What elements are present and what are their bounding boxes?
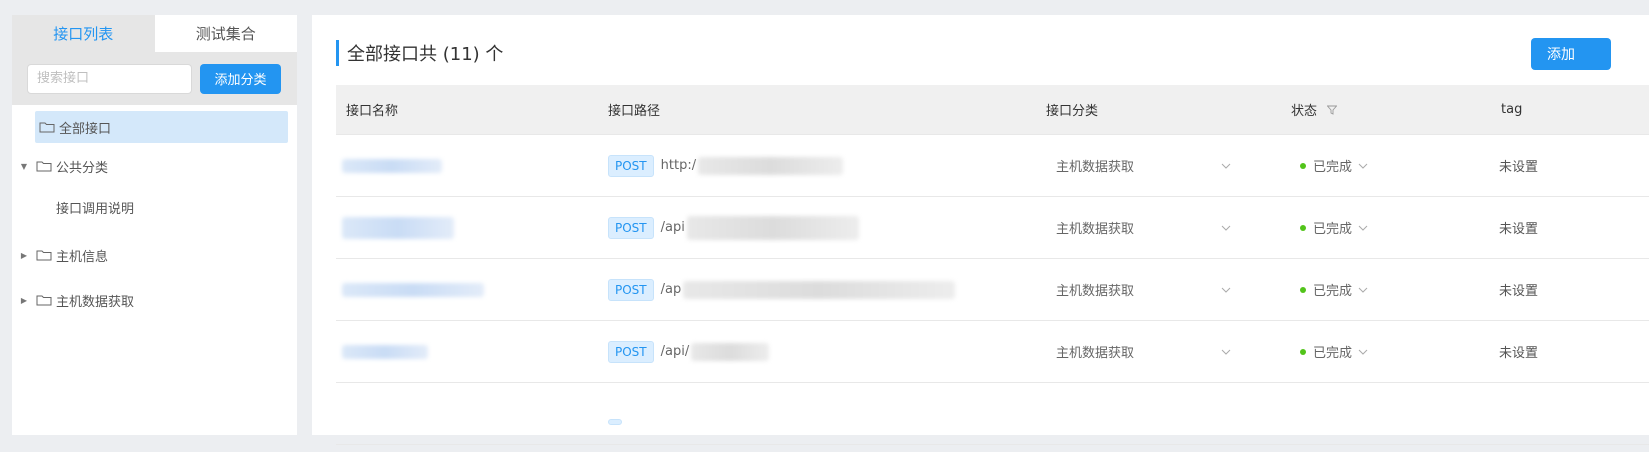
chevron-down-icon — [1358, 225, 1368, 231]
chevron-down-icon — [1358, 287, 1368, 293]
table-row[interactable]: POST /api 主机数据获取 已完成 未设置 — [336, 197, 1649, 259]
folder-icon — [36, 161, 52, 172]
header-api-category[interactable]: 接口分类 — [1046, 85, 1098, 134]
api-name-redacted[interactable] — [342, 259, 484, 320]
method-tag: POST — [608, 154, 654, 177]
sidebar-tabs: 接口列表 测试集合 — [12, 15, 297, 52]
status-select[interactable]: 已完成 — [1300, 321, 1368, 382]
tree-item-api-guide[interactable]: 接口调用说明 — [12, 191, 297, 223]
status-dot — [1300, 286, 1306, 293]
folder-icon — [36, 250, 52, 261]
tree-item-label: 主机信息 — [56, 249, 109, 265]
tree-item-label: 接口调用说明 — [56, 201, 135, 217]
main-panel: 全部接口共 (11) 个 添加 接口名称 接口路径 接口分类 状态 tag PO… — [312, 15, 1649, 445]
folder-icon — [36, 295, 52, 306]
caret-down-icon[interactable]: ▼ — [12, 162, 36, 171]
status-value: 已完成 — [1313, 222, 1353, 237]
method-tag: POST — [608, 216, 654, 239]
search-row: 添加分类 — [12, 52, 297, 105]
tag-value[interactable]: 未设置 — [1499, 259, 1538, 320]
category-value: 主机数据获取 — [1056, 284, 1135, 299]
method-tag: POST — [608, 340, 654, 363]
status-value: 已完成 — [1313, 284, 1353, 299]
chevron-down-icon — [1358, 349, 1368, 355]
chevron-down-icon — [1221, 163, 1231, 169]
api-name-redacted[interactable] — [342, 197, 454, 258]
tree-item-public[interactable]: ▼ 公共分类 — [12, 150, 297, 182]
status-select[interactable]: 已完成 — [1300, 259, 1368, 320]
table-header: 接口名称 接口路径 接口分类 状态 tag — [336, 85, 1649, 135]
tag-value[interactable]: 未设置 — [1499, 135, 1538, 196]
status-value: 已完成 — [1313, 346, 1353, 361]
header-status[interactable]: 状态 — [1291, 85, 1338, 134]
api-path: /ap — [660, 282, 682, 297]
search-input[interactable] — [27, 63, 192, 94]
caret-right-icon[interactable]: ▶ — [12, 251, 36, 260]
chevron-down-icon — [1221, 287, 1231, 293]
tree-item-all[interactable]: 全部接口 — [35, 111, 288, 143]
category-value: 主机数据获取 — [1056, 222, 1135, 237]
category-value: 主机数据获取 — [1056, 346, 1135, 361]
status-select[interactable]: 已完成 — [1300, 197, 1368, 258]
caret-right-icon[interactable]: ▶ — [12, 296, 36, 305]
api-path-cell: POST /api/ — [608, 321, 770, 382]
api-name-redacted[interactable] — [342, 321, 428, 382]
method-tag: POST — [608, 278, 654, 301]
status-dot — [1300, 162, 1306, 169]
category-select[interactable]: 主机数据获取 — [1056, 321, 1231, 382]
category-select[interactable]: 主机数据获取 — [1056, 135, 1231, 196]
tab-test-collection[interactable]: 测试集合 — [154, 15, 297, 52]
table-row-partial[interactable] — [336, 383, 1649, 445]
status-value: 已完成 — [1313, 160, 1353, 175]
tag-value[interactable]: 未设置 — [1499, 321, 1538, 382]
api-path-cell: POST /api — [608, 197, 859, 258]
method-tag — [608, 418, 622, 425]
tree-item-label: 主机数据获取 — [56, 294, 135, 310]
tag-value[interactable]: 未设置 — [1499, 197, 1538, 258]
chevron-down-icon — [1358, 163, 1368, 169]
tree-item-label: 公共分类 — [56, 160, 109, 176]
tree-item-label: 全部接口 — [59, 121, 112, 137]
api-path: /api/ — [660, 344, 690, 359]
add-category-button[interactable]: 添加分类 — [200, 63, 281, 94]
filter-icon[interactable] — [1327, 105, 1338, 115]
api-name-redacted[interactable] — [342, 135, 442, 196]
method-tag-partial — [608, 391, 629, 452]
chevron-down-icon — [1221, 349, 1231, 355]
sidebar: 接口列表 测试集合 添加分类 全部接口 ▼ 公共分类 接口调用说明 ▶ 主机信息… — [12, 15, 297, 435]
header-status-label: 状态 — [1291, 104, 1318, 119]
folder-icon — [39, 122, 55, 133]
api-path-cell: POST http:/ — [608, 135, 844, 196]
add-api-button[interactable]: 添加 — [1531, 38, 1611, 70]
table-row[interactable]: POST http:/ 主机数据获取 已完成 未设置 — [336, 135, 1649, 197]
category-select[interactable]: 主机数据获取 — [1056, 259, 1231, 320]
header-tag[interactable]: tag — [1501, 85, 1522, 134]
table-row[interactable]: POST /api/ 主机数据获取 已完成 未设置 — [336, 321, 1649, 383]
chevron-down-icon — [1221, 225, 1231, 231]
category-value: 主机数据获取 — [1056, 160, 1135, 175]
status-dot — [1300, 224, 1306, 231]
tree-item-host-info[interactable]: ▶ 主机信息 — [12, 239, 297, 271]
api-path-cell: POST /ap — [608, 259, 956, 320]
header-api-path[interactable]: 接口路径 — [608, 85, 660, 134]
api-path: http:/ — [660, 158, 697, 173]
table-row[interactable]: POST /ap 主机数据获取 已完成 未设置 — [336, 259, 1649, 321]
api-path: /api — [660, 220, 685, 235]
header-api-name[interactable]: 接口名称 — [346, 85, 398, 134]
category-select[interactable]: 主机数据获取 — [1056, 197, 1231, 258]
tab-api-list[interactable]: 接口列表 — [12, 15, 155, 52]
tree-item-host-data[interactable]: ▶ 主机数据获取 — [12, 284, 297, 316]
status-dot — [1300, 348, 1306, 355]
status-select[interactable]: 已完成 — [1300, 135, 1368, 196]
api-table: 接口名称 接口路径 接口分类 状态 tag POST http:/ 主机数据获取 — [336, 85, 1649, 445]
page-title: 全部接口共 (11) 个 — [336, 40, 503, 66]
